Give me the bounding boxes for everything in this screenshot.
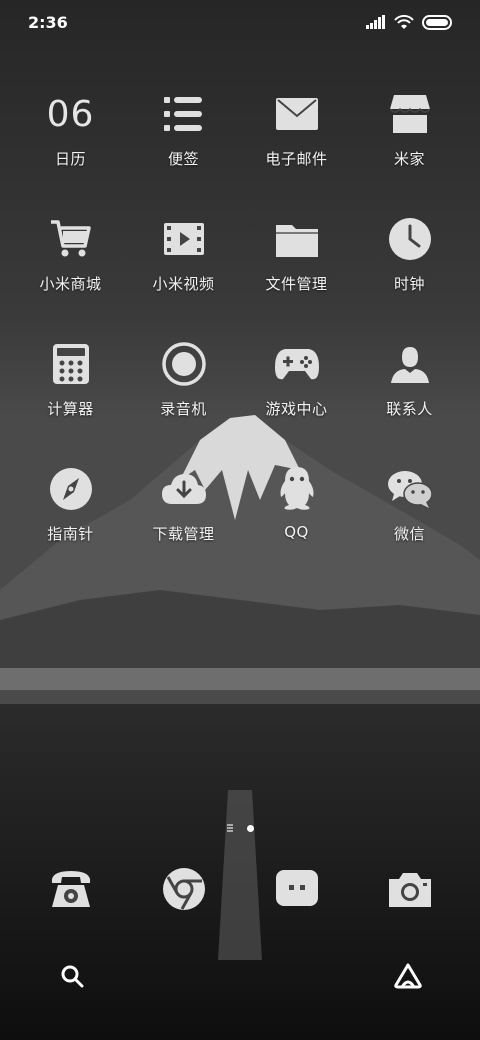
dock-messages[interactable] (240, 866, 353, 912)
app-qq[interactable]: QQ (240, 465, 353, 590)
dock-browser[interactable] (127, 866, 240, 912)
signal-icon (366, 15, 385, 29)
assistant-icon (394, 963, 422, 989)
search-button[interactable] (54, 958, 90, 994)
wifi-icon (394, 14, 414, 29)
browser-icon (161, 866, 207, 912)
app-wechat[interactable]: 微信 (353, 465, 466, 590)
folder-icon (273, 215, 321, 263)
page-indicator-list (226, 824, 233, 832)
contact-icon (386, 340, 434, 388)
clock-icon (386, 215, 434, 263)
app-calendar[interactable]: 06 日历 (14, 90, 127, 215)
calendar-date: 06 (46, 93, 95, 135)
shopping-cart-icon (47, 215, 95, 263)
app-email[interactable]: 电子邮件 (240, 90, 353, 215)
notes-list-icon (160, 90, 208, 138)
camera-icon (387, 866, 433, 912)
app-label: 小米视频 (152, 275, 215, 293)
dock (14, 866, 466, 912)
app-mijia[interactable]: 米家 (353, 90, 466, 215)
app-mi-store[interactable]: 小米商城 (14, 215, 127, 340)
app-label: 游戏中心 (265, 400, 328, 418)
app-label: 下载管理 (152, 525, 215, 543)
search-icon (61, 965, 84, 988)
compass-icon (47, 465, 95, 513)
recorder-icon (160, 340, 208, 388)
app-label: 录音机 (160, 400, 207, 418)
bottom-bar (0, 958, 480, 998)
app-notes[interactable]: 便签 (127, 90, 240, 215)
app-calculator[interactable]: 计算器 (14, 340, 127, 465)
app-grid: 06 日历 便签 电子邮件 米家 小米商城 小米视频 文件管理 时钟 计算器 录… (14, 90, 466, 590)
app-recorder[interactable]: 录音机 (127, 340, 240, 465)
app-label: 联系人 (386, 400, 433, 418)
app-mi-video[interactable]: 小米视频 (127, 215, 240, 340)
phone-icon (48, 866, 94, 912)
app-label: QQ (284, 523, 309, 541)
app-label: 计算器 (47, 400, 94, 418)
messages-icon (274, 866, 320, 912)
app-label: 便签 (167, 150, 199, 168)
dock-camera[interactable] (353, 866, 466, 912)
assistant-button[interactable] (390, 958, 426, 994)
page-indicator-active-dot (246, 824, 254, 832)
app-label: 日历 (54, 150, 86, 168)
wechat-icon (386, 465, 434, 513)
app-label: 电子邮件 (265, 150, 328, 168)
qq-penguin-icon (273, 465, 321, 513)
video-icon (160, 215, 208, 263)
cloud-download-icon (160, 465, 208, 513)
app-download-manager[interactable]: 下载管理 (127, 465, 240, 590)
app-label: 指南针 (47, 525, 94, 543)
app-label: 文件管理 (265, 275, 328, 293)
app-contacts[interactable]: 联系人 (353, 340, 466, 465)
store-icon (386, 90, 434, 138)
app-label: 小米商城 (39, 275, 102, 293)
app-file-manager[interactable]: 文件管理 (240, 215, 353, 340)
gamepad-icon (273, 340, 321, 388)
mail-icon (273, 90, 321, 138)
app-compass[interactable]: 指南针 (14, 465, 127, 590)
app-label: 时钟 (393, 275, 425, 293)
calculator-icon (47, 340, 95, 388)
calendar-icon: 06 (47, 90, 95, 138)
app-game-center[interactable]: 游戏中心 (240, 340, 353, 465)
status-bar: 2:36 (0, 0, 480, 44)
status-icons (366, 14, 454, 30)
battery-icon (422, 14, 452, 30)
page-indicator[interactable] (0, 824, 480, 832)
app-clock[interactable]: 时钟 (353, 215, 466, 340)
dock-phone[interactable] (14, 866, 127, 912)
app-label: 微信 (393, 525, 425, 543)
status-time: 2:36 (28, 12, 68, 32)
app-label: 米家 (393, 150, 425, 168)
